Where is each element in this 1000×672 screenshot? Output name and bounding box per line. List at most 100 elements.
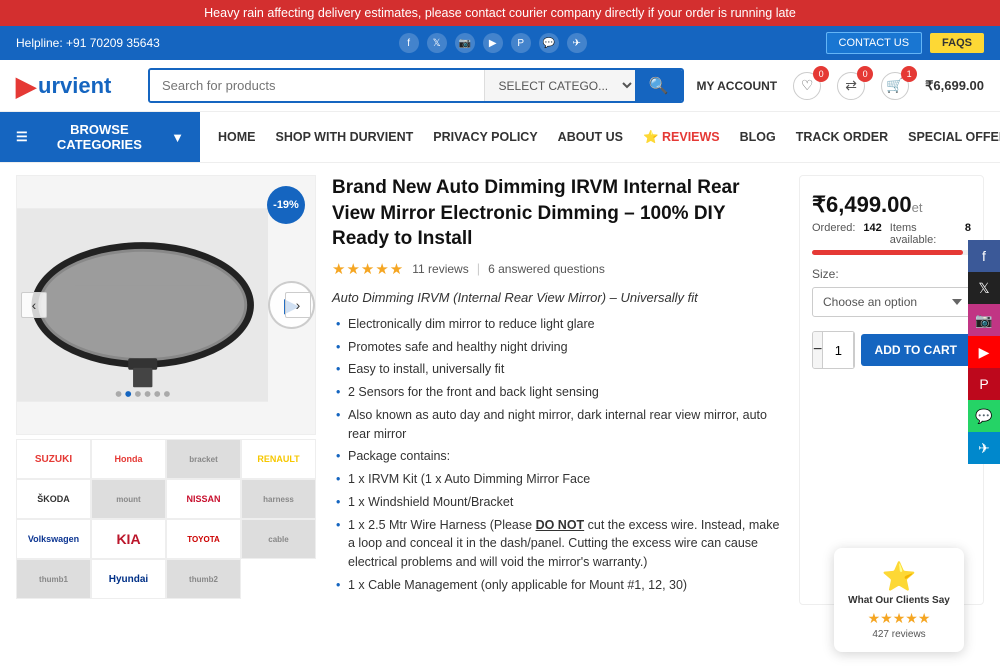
brand-skoda: ŠKODA [16, 479, 91, 519]
product-gallery: -19% ‹ [16, 175, 316, 605]
qty-decrease-button[interactable]: − [813, 332, 822, 368]
brand-img4: cable [241, 519, 316, 559]
social-sidebar-whatsapp[interactable]: 💬 [968, 400, 1000, 432]
product-price: ₹6,499.00et [812, 192, 971, 218]
facebook-topbar-icon[interactable]: f [399, 33, 419, 53]
reviews-widget-star-emoji: ⭐ [848, 560, 950, 593]
header-right: MY ACCOUNT ♡ 0 ⇄ 0 🛒 1 ₹6,699.00 [696, 72, 984, 100]
qa-count[interactable]: 6 answered questions [488, 262, 605, 276]
brand-kia: KIA [91, 519, 166, 559]
nav-about[interactable]: ABOUT US [548, 120, 633, 154]
browse-categories-button[interactable]: ☰ BROWSE CATEGORIES ▼ [0, 112, 200, 162]
bullet-5: Also known as auto day and night mirror,… [332, 404, 783, 446]
search-input[interactable] [150, 70, 484, 101]
qty-cart-row: − + ADD TO CART [812, 331, 971, 369]
reviews-widget-count: 427 reviews [848, 629, 950, 640]
brand-renault: RENAULT [241, 439, 316, 479]
gallery-prev-arrow[interactable]: ‹ [21, 292, 47, 318]
product-info: Brand New Auto Dimming IRVM Internal Rea… [332, 175, 783, 605]
nav-special[interactable]: SPECIAL OFFERS [898, 120, 1000, 154]
nav-blog[interactable]: BLOG [730, 120, 786, 154]
social-sidebar-facebook[interactable]: f [968, 240, 1000, 272]
gallery-next-arrow[interactable]: › [285, 292, 311, 318]
brand-toyota: TOYOTA [166, 519, 241, 559]
stock-progress-bar [812, 250, 971, 255]
nav-shop[interactable]: SHOP WITH DURVIENT [266, 120, 424, 154]
wishlist-icon-wrapper[interactable]: ♡ 0 [793, 72, 821, 100]
social-icons: f 𝕏 📷 ▶ P 💬 ✈ [399, 33, 587, 53]
telegram-topbar-icon[interactable]: ✈ [567, 33, 587, 53]
browse-chevron-icon: ▼ [171, 130, 184, 145]
brand-img1: bracket [166, 439, 241, 479]
search-bar: SELECT CATEGO... 🔍 [148, 68, 684, 103]
brand-img3: harness [241, 479, 316, 519]
brand-honda: Honda [91, 439, 166, 479]
whatsapp-topbar-icon[interactable]: 💬 [539, 33, 559, 53]
product-bullets: Electronically dim mirror to reduce ligh… [332, 313, 783, 597]
brand-suzuki: SUZUKI [16, 439, 91, 479]
search-button[interactable]: 🔍 [635, 70, 683, 101]
bullet-harness: 1 x 2.5 Mtr Wire Harness (Please DO NOT … [332, 514, 783, 574]
nav-track[interactable]: TRACK ORDER [786, 120, 898, 154]
ordered-value: 142 [863, 222, 881, 246]
brand-img5: thumb1 [16, 559, 91, 599]
nav-links: HOME SHOP WITH DURVIENT PRIVACY POLICY A… [200, 120, 1000, 155]
social-sidebar: f 𝕏 📷 ▶ P 💬 ✈ [968, 240, 1000, 464]
nav-privacy[interactable]: PRIVACY POLICY [423, 120, 547, 154]
product-description: Auto Dimming IRVM (Internal Rear View Mi… [332, 290, 783, 305]
instagram-topbar-icon[interactable]: 📷 [455, 33, 475, 53]
size-select[interactable]: Choose an option [812, 287, 971, 317]
reviews-widget[interactable]: ⭐ What Our Clients Say ★★★★★ 427 reviews [834, 548, 964, 652]
social-sidebar-pinterest[interactable]: P [968, 368, 1000, 400]
reviews-widget-title: What Our Clients Say [848, 595, 950, 606]
stock-progress-fill [812, 250, 963, 255]
contact-us-button[interactable]: CONTACT US [826, 32, 923, 54]
review-count[interactable]: 11 reviews [412, 262, 468, 276]
ordered-row: Ordered: 142 Items available: 8 [812, 222, 971, 246]
site-logo[interactable]: ▶ urvient [16, 73, 136, 99]
hamburger-icon: ☰ [16, 129, 28, 145]
product-title: Brand New Auto Dimming IRVM Internal Rea… [332, 175, 783, 252]
top-bar: Helpline: +91 70209 35643 f 𝕏 📷 ▶ P 💬 ✈ … [0, 26, 1000, 60]
pinterest-topbar-icon[interactable]: P [511, 33, 531, 53]
nav-bar: ☰ BROWSE CATEGORIES ▼ HOME SHOP WITH DUR… [0, 112, 1000, 163]
bullet-2: Promotes safe and healthy night driving [332, 336, 783, 359]
top-banner: Heavy rain affecting delivery estimates,… [0, 0, 1000, 26]
brand-img6: thumb2 [166, 559, 241, 599]
nav-home[interactable]: HOME [208, 120, 266, 154]
ordered-label: Ordered: [812, 222, 855, 246]
discount-badge: -19% [267, 186, 305, 224]
cart-icon-wrapper[interactable]: 🛒 1 [881, 72, 909, 100]
bullet-3: Easy to install, universally fit [332, 358, 783, 381]
bullet-irvm: 1 x IRVM Kit (1 x Auto Dimming Mirror Fa… [332, 468, 783, 491]
site-header: ▶ urvient SELECT CATEGO... 🔍 MY ACCOUNT … [0, 60, 1000, 112]
brand-vw: Volkswagen [16, 519, 91, 559]
mirror-svg [17, 205, 268, 405]
cart-badge: 1 [901, 66, 917, 82]
youtube-topbar-icon[interactable]: ▶ [483, 33, 503, 53]
bullet-package: Package contains: [332, 445, 783, 468]
wishlist-badge: 0 [813, 66, 829, 82]
social-sidebar-twitter[interactable]: 𝕏 [968, 272, 1000, 304]
brand-nissan: NISSAN [166, 479, 241, 519]
bullet-4: 2 Sensors for the front and back light s… [332, 381, 783, 404]
twitter-topbar-icon[interactable]: 𝕏 [427, 33, 447, 53]
qty-input[interactable] [822, 332, 854, 368]
size-label: Size: [812, 267, 971, 281]
social-sidebar-youtube[interactable]: ▶ [968, 336, 1000, 368]
price-panel: ₹6,499.00et Ordered: 142 Items available… [799, 175, 984, 605]
category-select[interactable]: SELECT CATEGO... [484, 70, 635, 101]
add-to-cart-button[interactable]: ADD TO CART [861, 334, 971, 366]
cart-price[interactable]: ₹6,699.00 [925, 78, 984, 94]
nav-reviews[interactable]: ⭐ REVIEWS [633, 120, 730, 155]
my-account-link[interactable]: MY ACCOUNT [696, 79, 777, 93]
compare-icon-wrapper[interactable]: ⇄ 0 [837, 72, 865, 100]
top-bar-actions: CONTACT US FAQS [826, 32, 984, 54]
main-product-image: -19% ‹ [16, 175, 316, 435]
faqs-button[interactable]: FAQS [930, 33, 984, 53]
quantity-stepper: − + [812, 331, 855, 369]
social-sidebar-telegram[interactable]: ✈ [968, 432, 1000, 464]
rating-row: ★★★★★ 11 reviews | 6 answered questions [332, 260, 783, 278]
social-sidebar-instagram[interactable]: 📷 [968, 304, 1000, 336]
bullet-cable: 1 x Cable Management (only applicable fo… [332, 574, 783, 597]
